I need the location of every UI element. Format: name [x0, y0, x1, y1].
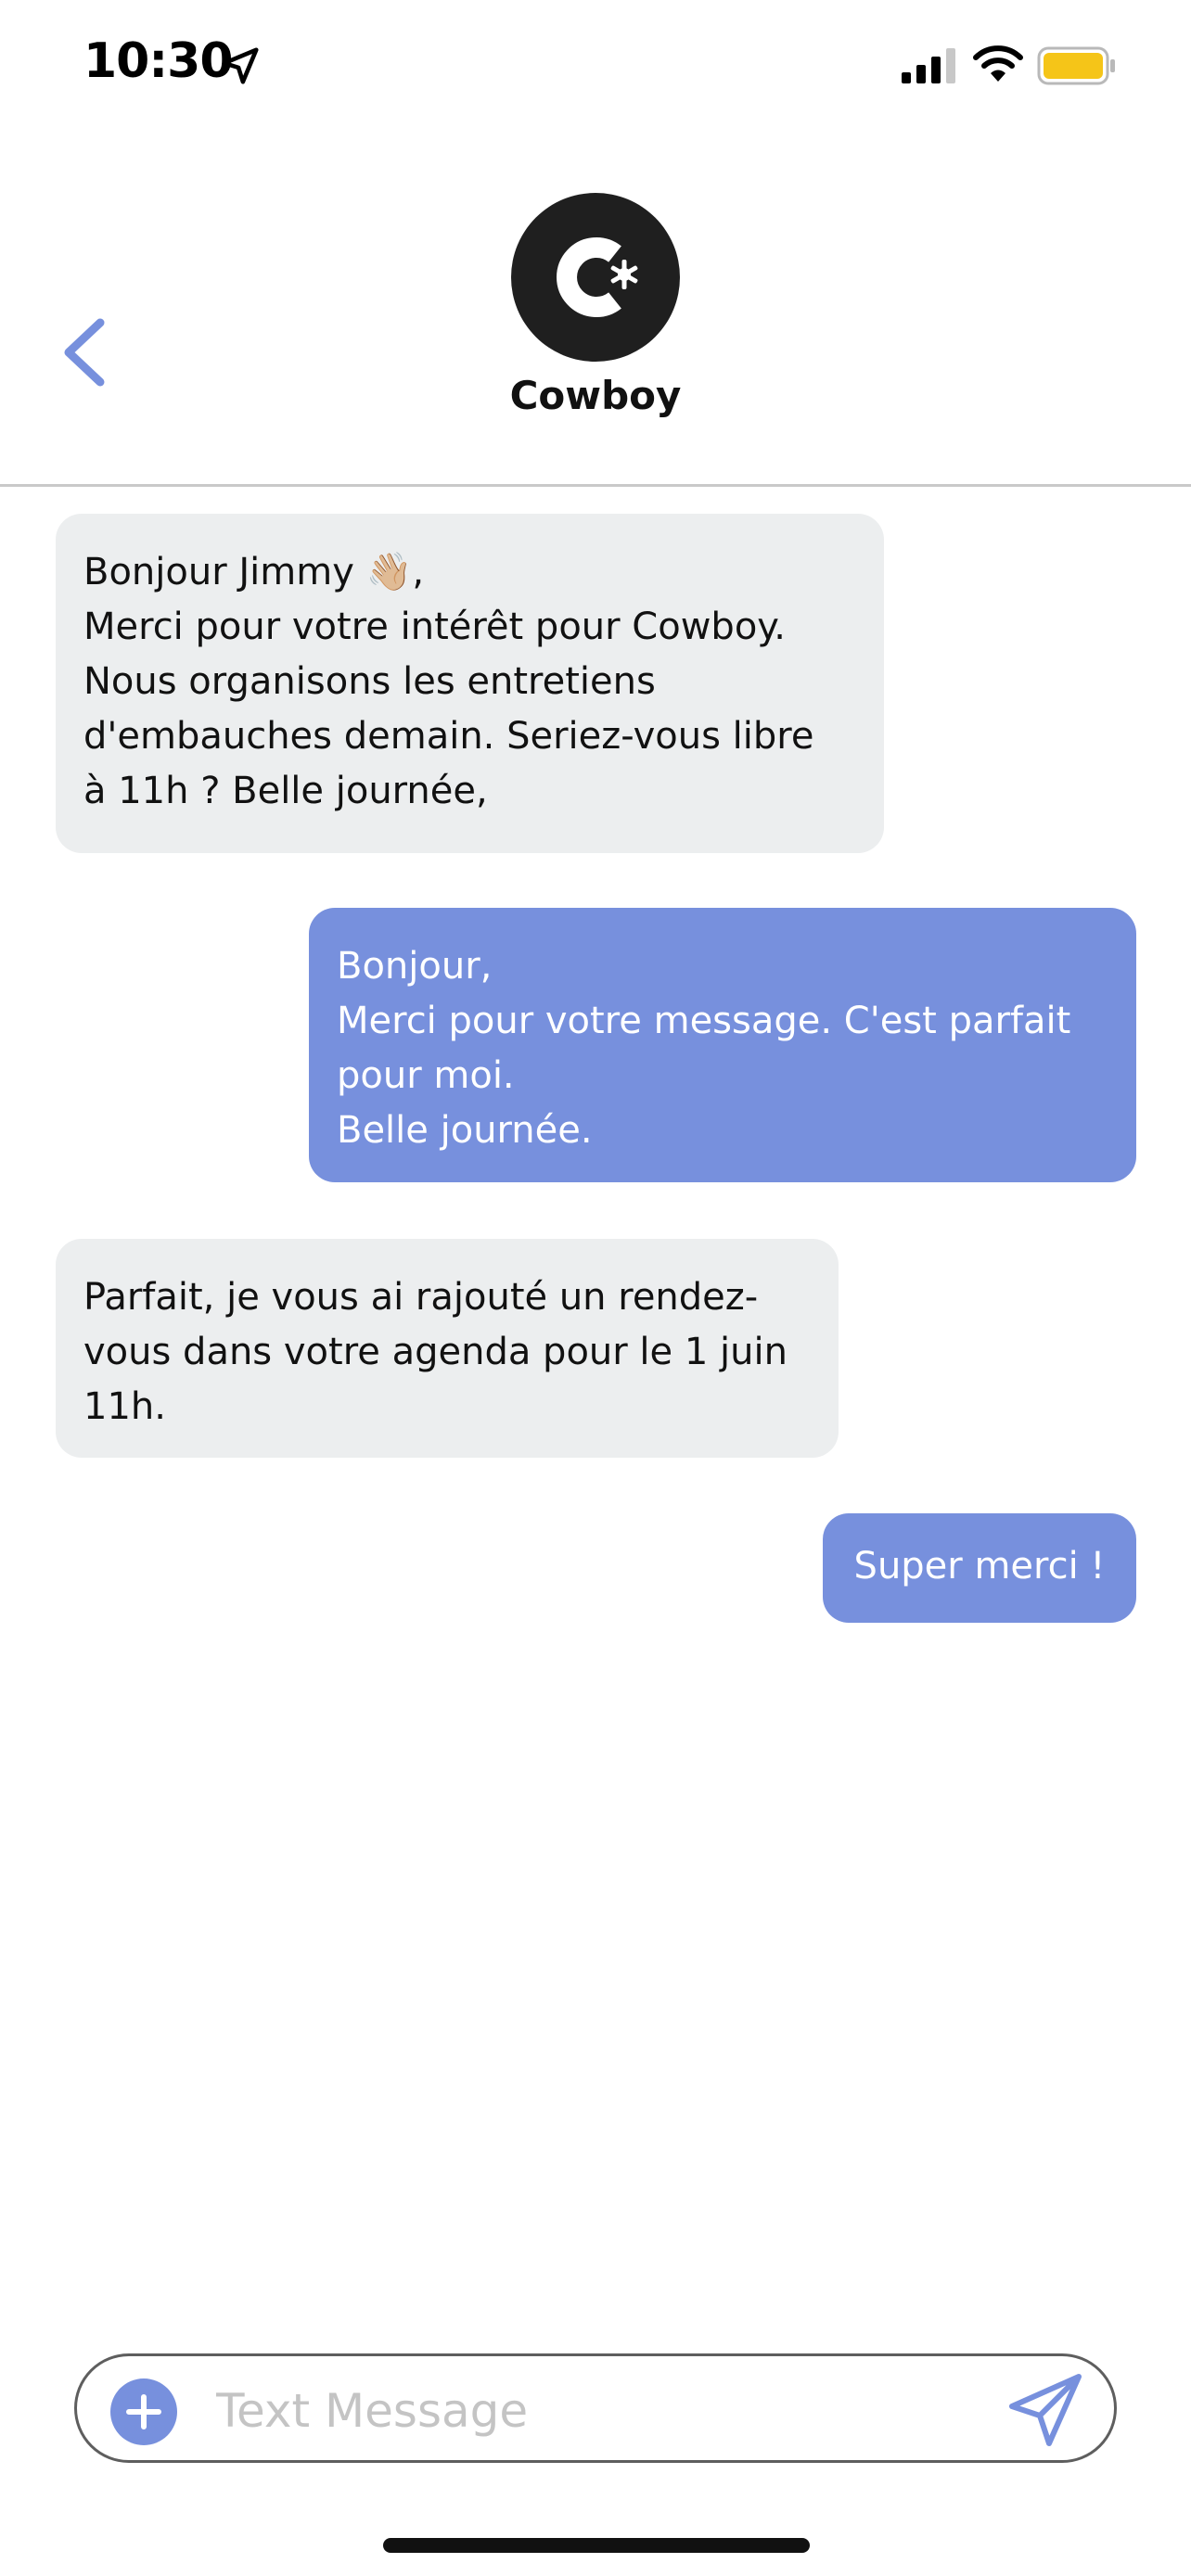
- contact-name: Cowboy: [509, 373, 682, 418]
- outgoing-message[interactable]: Super merci !: [823, 1513, 1136, 1623]
- incoming-message[interactable]: Parfait, je vous ai rajouté un rendez- v…: [56, 1239, 839, 1458]
- home-indicator[interactable]: [383, 2538, 810, 2553]
- message-composer: [74, 2353, 1117, 2463]
- plus-icon: [126, 2394, 161, 2429]
- location-arrow-icon: [219, 45, 262, 87]
- add-attachment-button[interactable]: [110, 2378, 177, 2445]
- message-input[interactable]: [214, 2373, 960, 2449]
- cellular-signal-icon: [902, 46, 959, 83]
- send-icon: [1009, 2374, 1082, 2446]
- outgoing-message[interactable]: Bonjour, Merci pour votre message. C'est…: [309, 908, 1136, 1182]
- chat-screen: 10:30 Cowboy Bonjour Jimmy 👋🏼, Merci pou…: [0, 0, 1191, 2576]
- conversation-header: Cowboy: [0, 130, 1191, 487]
- wifi-icon: [972, 43, 1024, 83]
- status-time: 10:30: [83, 33, 234, 89]
- incoming-message[interactable]: Bonjour Jimmy 👋🏼, Merci pour votre intér…: [56, 514, 884, 853]
- send-button[interactable]: [1005, 2369, 1088, 2451]
- status-bar: 10:30: [0, 0, 1191, 130]
- battery-icon: [1037, 46, 1117, 85]
- avatar[interactable]: [511, 193, 680, 362]
- cowboy-logo-icon: [557, 237, 638, 317]
